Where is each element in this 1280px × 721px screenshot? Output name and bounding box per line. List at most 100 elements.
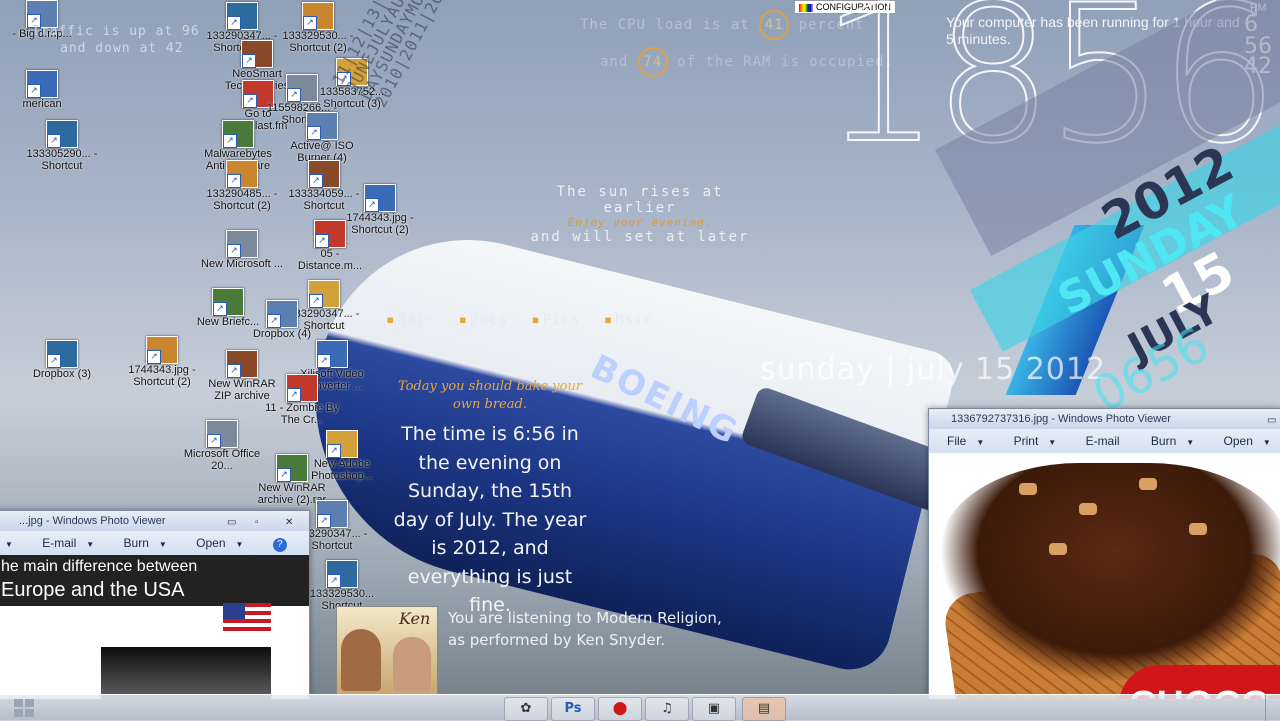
menu-open[interactable]: Open bbox=[196, 536, 225, 550]
desktop-icon[interactable]: ↗ 133305290... - Shortcut bbox=[20, 120, 104, 172]
now-playing-line2: as performed by Ken Snyder. bbox=[448, 631, 666, 649]
desktop-icon[interactable]: ↗ Active@ ISO Burner (4) bbox=[280, 112, 364, 164]
chevron-down-icon[interactable]: ▼ bbox=[5, 540, 13, 549]
now-playing-line1: You are listening to Modern Religion, bbox=[448, 609, 722, 627]
chevron-down-icon: ▼ bbox=[86, 540, 95, 549]
close-button[interactable]: ✕ bbox=[285, 513, 293, 533]
shortcut-arrow-icon: ↗ bbox=[317, 514, 331, 528]
shortcut-arrow-icon: ↗ bbox=[327, 574, 341, 588]
desktop-icon-label: Dropbox (4) bbox=[252, 328, 312, 340]
desktop-icon-label: New Microsoft ... bbox=[201, 258, 283, 270]
desktop-icon[interactable]: ↗ 05 - Distance.m... bbox=[288, 220, 372, 272]
menu-open[interactable]: Open bbox=[1224, 434, 1253, 448]
media-icon: ✿ bbox=[520, 701, 532, 716]
desktop-icon-label: Dropbox (3) bbox=[32, 368, 92, 380]
chevron-down-icon: ▼ bbox=[235, 540, 244, 549]
nut-image bbox=[1019, 483, 1037, 495]
minimize-button[interactable]: ▭ bbox=[1267, 411, 1276, 431]
shortcut-arrow-icon: ↗ bbox=[27, 84, 41, 98]
ram-ring: 74 bbox=[637, 47, 668, 77]
link-pics[interactable]: ▪ Pics bbox=[531, 312, 580, 328]
evening-greeting: Enjoy your evening. bbox=[567, 216, 713, 229]
menu-burn[interactable]: Burn bbox=[124, 536, 149, 550]
menu-email[interactable]: E-mail bbox=[1086, 434, 1120, 448]
shortcut-arrow-icon: ↗ bbox=[147, 350, 161, 364]
desktop-icon[interactable]: ↗ 133290485... - Shortcut (2) bbox=[200, 160, 284, 212]
shortcut-arrow-icon: ↗ bbox=[315, 234, 329, 248]
link-msic[interactable]: ▪ Msic bbox=[604, 312, 653, 328]
moon-landing-image bbox=[101, 647, 271, 699]
photoshop-icon: Ps bbox=[564, 701, 582, 716]
menu-file[interactable]: File bbox=[947, 434, 966, 448]
link-docs[interactable]: ▪ Docs bbox=[459, 312, 508, 328]
shortcut-arrow-icon: ↗ bbox=[267, 314, 281, 328]
daily-suggestion: Today you should bake your own bread. bbox=[397, 379, 583, 412]
show-desktop-button[interactable] bbox=[1265, 695, 1280, 721]
nut-image bbox=[1139, 478, 1157, 490]
opera-icon: ⬤ bbox=[612, 701, 628, 716]
menu-print[interactable]: Print bbox=[1014, 434, 1039, 448]
shortcut-arrow-icon: ↗ bbox=[47, 134, 61, 148]
menu-email[interactable]: E-mail bbox=[42, 536, 76, 550]
taskbar-media-button[interactable]: ✿ bbox=[504, 697, 548, 721]
desktop-icon[interactable]: ↗ Dropbox (3) bbox=[20, 340, 104, 380]
maximize-button[interactable]: ▫ bbox=[255, 513, 259, 533]
minimize-button[interactable]: ▭ bbox=[227, 513, 236, 533]
nut-image bbox=[1049, 543, 1067, 555]
photo-viewer-window-left[interactable]: ...jpg - Windows Photo Viewer ▭ ▫ ✕ ▼ E-… bbox=[0, 510, 310, 700]
photo-viewer-icon: ▤ bbox=[757, 701, 771, 716]
desktop-icon[interactable]: ↗133329530... Shortcut bbox=[300, 560, 384, 612]
terminal-icon: ▣ bbox=[707, 701, 721, 716]
shortcut-links: ▪ Rain ▪ Docs ▪ Pics ▪ Msic bbox=[386, 312, 667, 328]
help-icon[interactable]: ? bbox=[272, 538, 287, 552]
shortcut-arrow-icon: ↗ bbox=[243, 94, 257, 108]
image-headline-1: he main difference between bbox=[0, 555, 309, 579]
sunset-text: and will set at later bbox=[530, 229, 750, 245]
shortcut-arrow-icon: ↗ bbox=[365, 198, 379, 212]
desktop-icon-label: merican bbox=[22, 98, 62, 110]
color-swatch-icon bbox=[799, 3, 813, 12]
photo-viewer-window-right[interactable]: 1336792737316.jpg - Windows Photo Viewer… bbox=[928, 408, 1280, 700]
chevron-down-icon: ▼ bbox=[1186, 438, 1195, 447]
chevron-down-icon: ▼ bbox=[1262, 438, 1271, 447]
taskbar-photoshop-button[interactable]: Ps bbox=[551, 697, 595, 721]
window-title-bar[interactable]: ...jpg - Windows Photo Viewer ▭ ▫ ✕ bbox=[0, 511, 309, 531]
shortcut-arrow-icon: ↗ bbox=[309, 174, 323, 188]
start-button[interactable] bbox=[14, 699, 36, 717]
chocolate-image bbox=[939, 463, 1280, 683]
viewer-image: he main difference between Europe and th… bbox=[0, 555, 309, 699]
link-rain[interactable]: ▪ Rain bbox=[386, 312, 435, 328]
album-title: Ken bbox=[399, 609, 431, 628]
viewer-menubar: ▼ E-mail ▼ Burn ▼ Open ▼ ? bbox=[0, 531, 309, 556]
shortcut-arrow-icon: ↗ bbox=[227, 16, 241, 30]
desktop-icon-label: 133290485... - Shortcut (2) bbox=[206, 188, 278, 212]
taskbar-itunes-button[interactable]: ♫ bbox=[645, 697, 689, 721]
desktop-icon[interactable]: ↗ 1744343.jpg - Shortcut (2) bbox=[120, 336, 204, 388]
shortcut-arrow-icon: ↗ bbox=[227, 364, 241, 378]
nut-image bbox=[1189, 523, 1207, 535]
album-face-left bbox=[341, 629, 381, 691]
taskbar-terminal-button[interactable]: ▣ bbox=[692, 697, 736, 721]
window-title-bar[interactable]: 1336792737316.jpg - Windows Photo Viewer… bbox=[929, 409, 1280, 429]
nut-image bbox=[1079, 503, 1097, 515]
shortcut-arrow-icon: ↗ bbox=[287, 388, 301, 402]
viewer-menubar: File ▼ Print ▼ E-mail Burn ▼ Open ▼ bbox=[929, 429, 1280, 454]
chevron-down-icon: ▼ bbox=[976, 438, 985, 447]
album-art[interactable]: Ken bbox=[336, 606, 438, 696]
desktop-icon[interactable]: ↗ 11 - Zombie By The Cr... bbox=[260, 374, 344, 426]
sunrise-text: The sun rises at earlier bbox=[556, 184, 724, 216]
taskbar: ✿ Ps ⬤ ♫ ▣ ▤ bbox=[0, 694, 1280, 721]
taskbar-opera-button[interactable]: ⬤ bbox=[598, 697, 642, 721]
desktop-icon[interactable]: ↗ New Microsoft ... bbox=[200, 230, 284, 270]
taskbar-photo-viewer-button[interactable]: ▤ bbox=[742, 697, 786, 721]
chevron-down-icon: ▼ bbox=[1048, 438, 1057, 447]
ram-prefix: and bbox=[600, 54, 629, 70]
shortcut-arrow-icon: ↗ bbox=[213, 302, 227, 316]
menu-burn[interactable]: Burn bbox=[1151, 434, 1176, 448]
desktop-icon[interactable]: ↗ New WinRAR archive (2).rar bbox=[250, 454, 334, 506]
chevron-down-icon: ▼ bbox=[158, 540, 167, 549]
desktop-icon[interactable]: ↗ merican bbox=[0, 70, 84, 110]
desktop-icon[interactable]: ↗ Dropbox (4) bbox=[240, 300, 324, 340]
cpu-ring: 41 bbox=[759, 10, 790, 40]
time-narration: The time is 6:56 in the evening on Sunda… bbox=[393, 423, 587, 616]
